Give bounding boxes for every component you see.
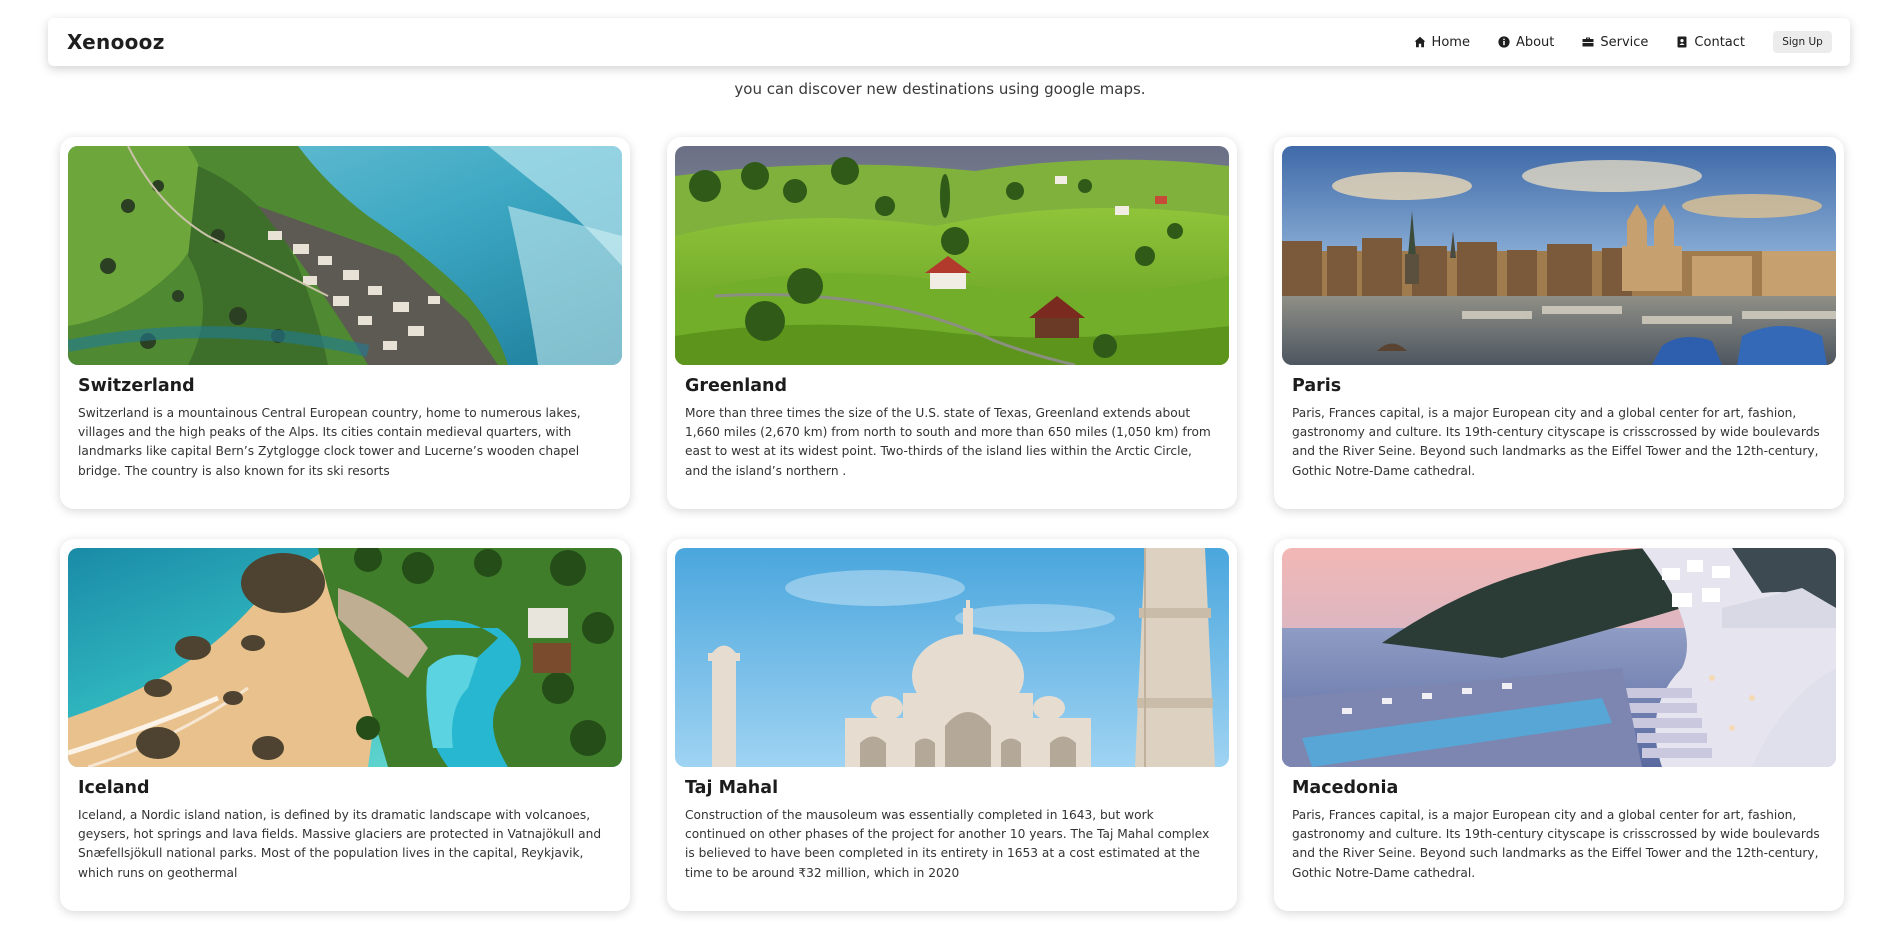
nav-link-about[interactable]: About — [1498, 35, 1554, 50]
nav-link-home-label: Home — [1431, 34, 1470, 50]
destination-card-greenland[interactable]: Greenland More than three times the size… — [667, 137, 1237, 509]
nav-link-service-label: Service — [1600, 34, 1649, 50]
destination-card-iceland[interactable]: Iceland Iceland, a Nordic island nation,… — [60, 539, 630, 911]
nav-link-service[interactable]: Service — [1582, 35, 1648, 50]
nav-links: Home About Service Contact Sign Up — [1386, 31, 1832, 53]
sign-up-button[interactable]: Sign Up — [1773, 31, 1832, 53]
destination-card-macedonia[interactable]: Macedonia Paris, Frances capital, is a m… — [1274, 539, 1844, 911]
card-description: Switzerland is a mountainous Central Eur… — [78, 406, 581, 478]
card-description: More than three times the size of the U.… — [685, 406, 1211, 478]
card-title: Switzerland — [78, 376, 195, 396]
card-title: Taj Mahal — [685, 778, 779, 798]
macedonia-cliffside-terrace-photo — [1282, 548, 1836, 767]
destination-grid: Switzerland Switzerland is a mountainous… — [60, 137, 1844, 911]
card-description: Construction of the mausoleum was essent… — [685, 808, 1210, 880]
brand-logo[interactable]: Xenoooz — [67, 30, 165, 54]
nav-link-contact[interactable]: Contact — [1676, 35, 1745, 50]
nav-link-about-label: About — [1515, 34, 1555, 50]
destination-card-paris[interactable]: Paris Paris, Frances capital, is a major… — [1274, 137, 1844, 509]
briefcase-icon — [1582, 37, 1594, 47]
destination-card-switzerland[interactable]: Switzerland Switzerland is a mountainous… — [60, 137, 630, 509]
card-title: Iceland — [78, 778, 150, 798]
card-description: Paris, Frances capital, is a major Europ… — [1292, 406, 1820, 478]
paris-riverside-city-photo — [1282, 146, 1836, 365]
switzerland-lake-village-photo — [68, 146, 622, 365]
nav-link-contact-label: Contact — [1694, 34, 1745, 50]
card-title: Macedonia — [1292, 778, 1399, 798]
card-description: Paris, Frances capital, is a major Europ… — [1292, 808, 1820, 880]
iceland-beach-pool-photo — [68, 548, 622, 767]
card-title: Greenland — [685, 376, 787, 396]
navbar: Xenoooz Home About Service Contact Sign … — [48, 18, 1850, 66]
contact-book-icon — [1677, 36, 1687, 48]
destination-card-taj-mahal[interactable]: Taj Mahal Construction of the mausoleum … — [667, 539, 1237, 911]
nav-link-home[interactable]: Home — [1414, 35, 1470, 50]
taj-mahal-photo — [675, 548, 1229, 767]
page-subtitle: you can discover new destinations using … — [734, 80, 1146, 98]
info-icon — [1498, 36, 1510, 48]
card-title: Paris — [1292, 376, 1342, 396]
card-description: Iceland, a Nordic island nation, is defi… — [78, 808, 602, 880]
greenland-hills-photo — [675, 146, 1229, 365]
home-icon — [1414, 36, 1425, 48]
